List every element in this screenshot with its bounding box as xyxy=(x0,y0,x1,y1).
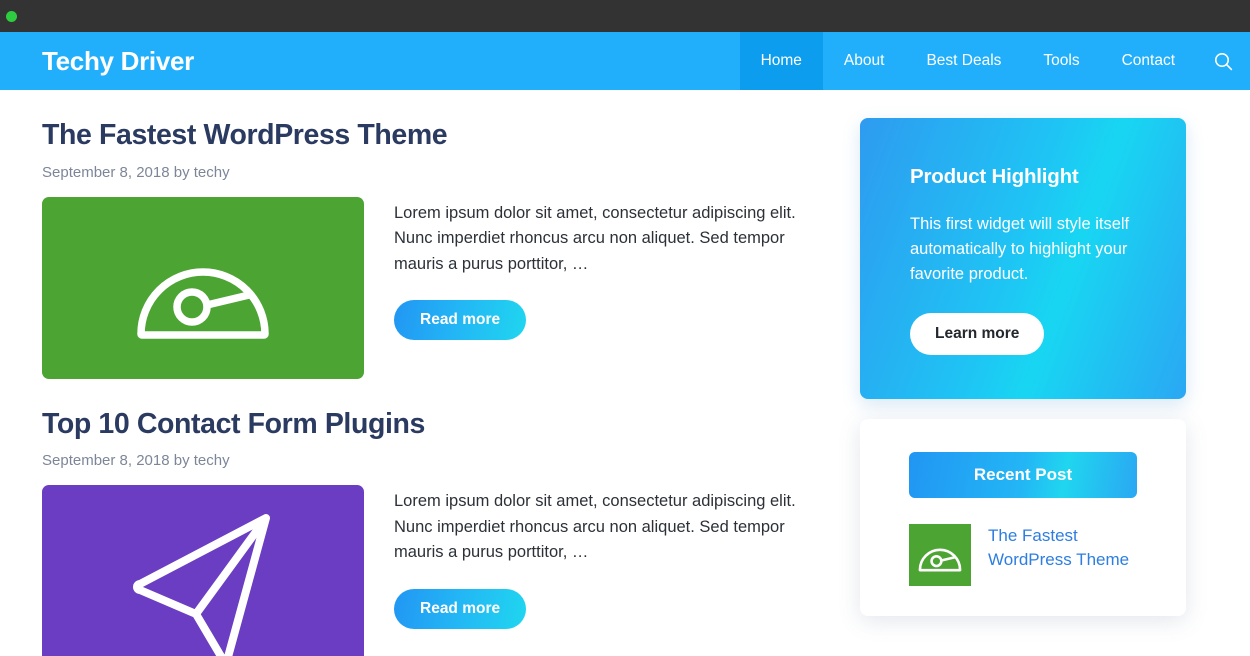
read-more-button[interactable]: Read more xyxy=(394,588,527,629)
recent-post-link[interactable]: The Fastest WordPress Theme xyxy=(988,524,1137,571)
sidebar: Product Highlight This first widget will… xyxy=(830,90,1186,656)
article-excerpt: Lorem ipsum dolor sit amet, consectetur … xyxy=(394,203,796,273)
search-icon xyxy=(1214,52,1232,70)
article-body: Lorem ipsum dolor sit amet, consectetur … xyxy=(42,485,830,656)
article-body: Lorem ipsum dolor sit amet, consectetur … xyxy=(42,196,830,379)
widget-recent-post: Recent Post The Fastest WordPress Theme xyxy=(860,419,1186,617)
article-thumbnail[interactable] xyxy=(42,485,364,656)
article-excerpt: Lorem ipsum dolor sit amet, consectetur … xyxy=(394,492,796,562)
nav-item-tools[interactable]: Tools xyxy=(1022,32,1100,90)
list-item: The Fastest WordPress Theme xyxy=(909,524,1137,587)
learn-more-button[interactable]: Learn more xyxy=(910,313,1045,356)
article-excerpt-column: Lorem ipsum dolor sit amet, consectetur … xyxy=(394,197,830,379)
site-header: Techy Driver Home About Best Deals Tools… xyxy=(0,32,1250,90)
site-brand[interactable]: Techy Driver xyxy=(0,32,194,90)
nav-item-contact[interactable]: Contact xyxy=(1101,32,1196,90)
page-body: The Fastest WordPress Theme September 8,… xyxy=(0,90,1250,656)
status-dot xyxy=(6,10,17,22)
article-title[interactable]: The Fastest WordPress Theme xyxy=(42,118,830,154)
article-thumbnail[interactable] xyxy=(42,196,364,379)
gauge-icon xyxy=(137,267,269,339)
widget-product-highlight: Product Highlight This first widget will… xyxy=(860,118,1186,400)
nav-item-best-deals[interactable]: Best Deals xyxy=(905,32,1022,90)
search-button[interactable] xyxy=(1196,32,1250,90)
article-card: Top 10 Contact Form Plugins September 8,… xyxy=(42,407,830,656)
article-title[interactable]: Top 10 Contact Form Plugins xyxy=(42,407,830,443)
nav-item-about[interactable]: About xyxy=(823,32,906,90)
widget-description: This first widget will style itself auto… xyxy=(910,215,1130,284)
article-card: The Fastest WordPress Theme September 8,… xyxy=(42,118,830,379)
main-content: The Fastest WordPress Theme September 8,… xyxy=(42,90,830,656)
article-meta: September 8, 2018 by techy xyxy=(42,452,230,470)
main-navigation: Home About Best Deals Tools Contact xyxy=(739,32,1250,90)
nav-item-home[interactable]: Home xyxy=(739,32,823,90)
article-excerpt-column: Lorem ipsum dolor sit amet, consectetur … xyxy=(394,485,830,656)
article-meta: September 8, 2018 by techy xyxy=(42,163,230,181)
gauge-icon xyxy=(918,548,962,572)
read-more-button[interactable]: Read more xyxy=(394,300,527,341)
recent-post-thumbnail[interactable] xyxy=(909,524,971,587)
paper-plane-icon xyxy=(133,514,270,656)
browser-chrome-bar xyxy=(0,0,1250,32)
widget-title: Product Highlight xyxy=(910,165,1079,188)
recent-post-heading[interactable]: Recent Post xyxy=(909,452,1137,499)
